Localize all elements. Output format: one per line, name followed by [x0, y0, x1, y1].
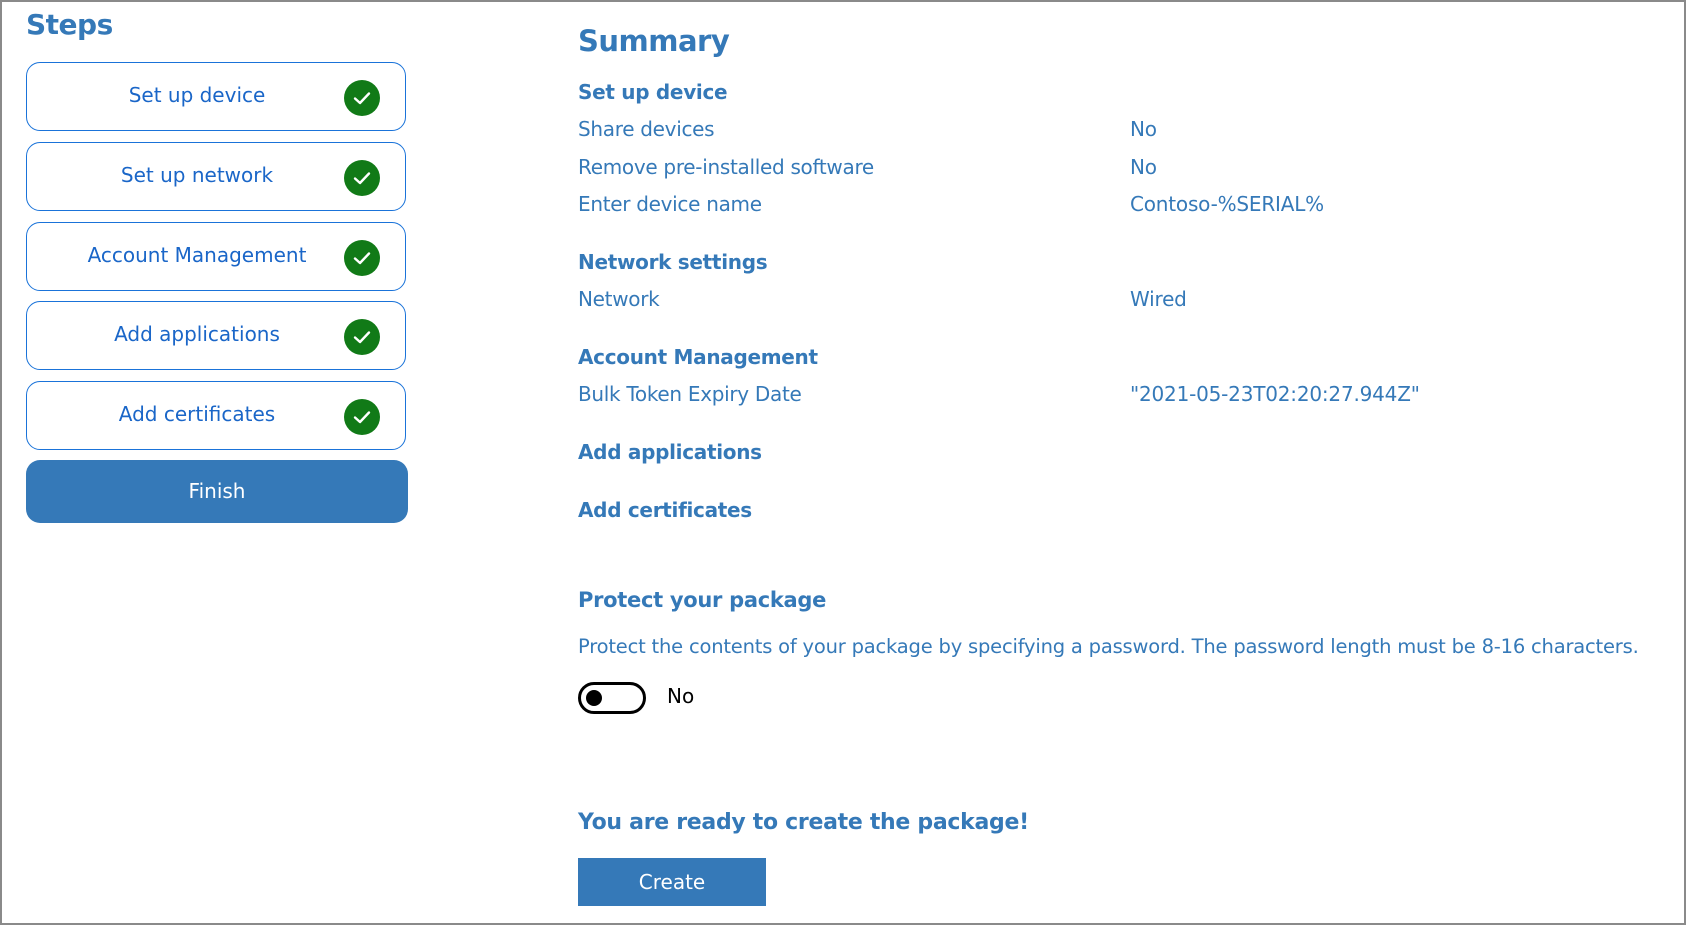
step-set-up-network[interactable]: Set up network	[26, 142, 406, 211]
section-title-network-settings: Network settings	[578, 250, 768, 274]
step-add-applications[interactable]: Add applications	[26, 301, 406, 370]
ready-message: You are ready to create the package!	[578, 810, 1029, 835]
create-button[interactable]: Create	[578, 858, 766, 906]
steps-title: Steps	[26, 8, 113, 41]
protect-password-toggle[interactable]	[578, 682, 646, 714]
row-label-bulk-token-expiry: Bulk Token Expiry Date	[578, 382, 802, 406]
row-label-share-devices: Share devices	[578, 117, 715, 141]
row-value-bulk-token-expiry: "2021-05-23T02:20:27.944Z"	[1130, 382, 1420, 406]
summary-title: Summary	[578, 24, 730, 58]
check-circle-icon	[344, 399, 380, 435]
step-label: Account Management	[87, 243, 307, 267]
section-title-set-up-device: Set up device	[578, 80, 728, 104]
step-set-up-device[interactable]: Set up device	[26, 62, 406, 131]
step-label: Add certificates	[118, 402, 276, 426]
toggle-knob	[586, 690, 602, 706]
row-value-device-name: Contoso-%SERIAL%	[1130, 192, 1324, 216]
row-value-remove-preinstalled: No	[1130, 155, 1157, 179]
step-add-certificates[interactable]: Add certificates	[26, 381, 406, 450]
protect-title: Protect your package	[578, 588, 827, 612]
finish-button[interactable]: Finish	[26, 460, 408, 523]
section-title-account-management: Account Management	[578, 345, 818, 369]
protect-description: Protect the contents of your package by …	[578, 635, 1639, 658]
row-label-network: Network	[578, 287, 660, 311]
row-value-share-devices: No	[1130, 117, 1157, 141]
step-account-management[interactable]: Account Management	[26, 222, 406, 291]
toggle-state-label: No	[667, 684, 695, 708]
step-label: Set up device	[128, 83, 266, 107]
check-circle-icon	[344, 160, 380, 196]
check-circle-icon	[344, 80, 380, 116]
section-title-add-applications: Add applications	[578, 440, 762, 464]
step-label: Add applications	[114, 322, 280, 346]
step-label: Set up network	[120, 163, 274, 187]
row-label-remove-preinstalled: Remove pre-installed software	[578, 155, 874, 179]
row-value-network: Wired	[1130, 287, 1187, 311]
row-label-device-name: Enter device name	[578, 192, 762, 216]
section-title-add-certificates: Add certificates	[578, 498, 752, 522]
check-circle-icon	[344, 240, 380, 276]
check-circle-icon	[344, 319, 380, 355]
